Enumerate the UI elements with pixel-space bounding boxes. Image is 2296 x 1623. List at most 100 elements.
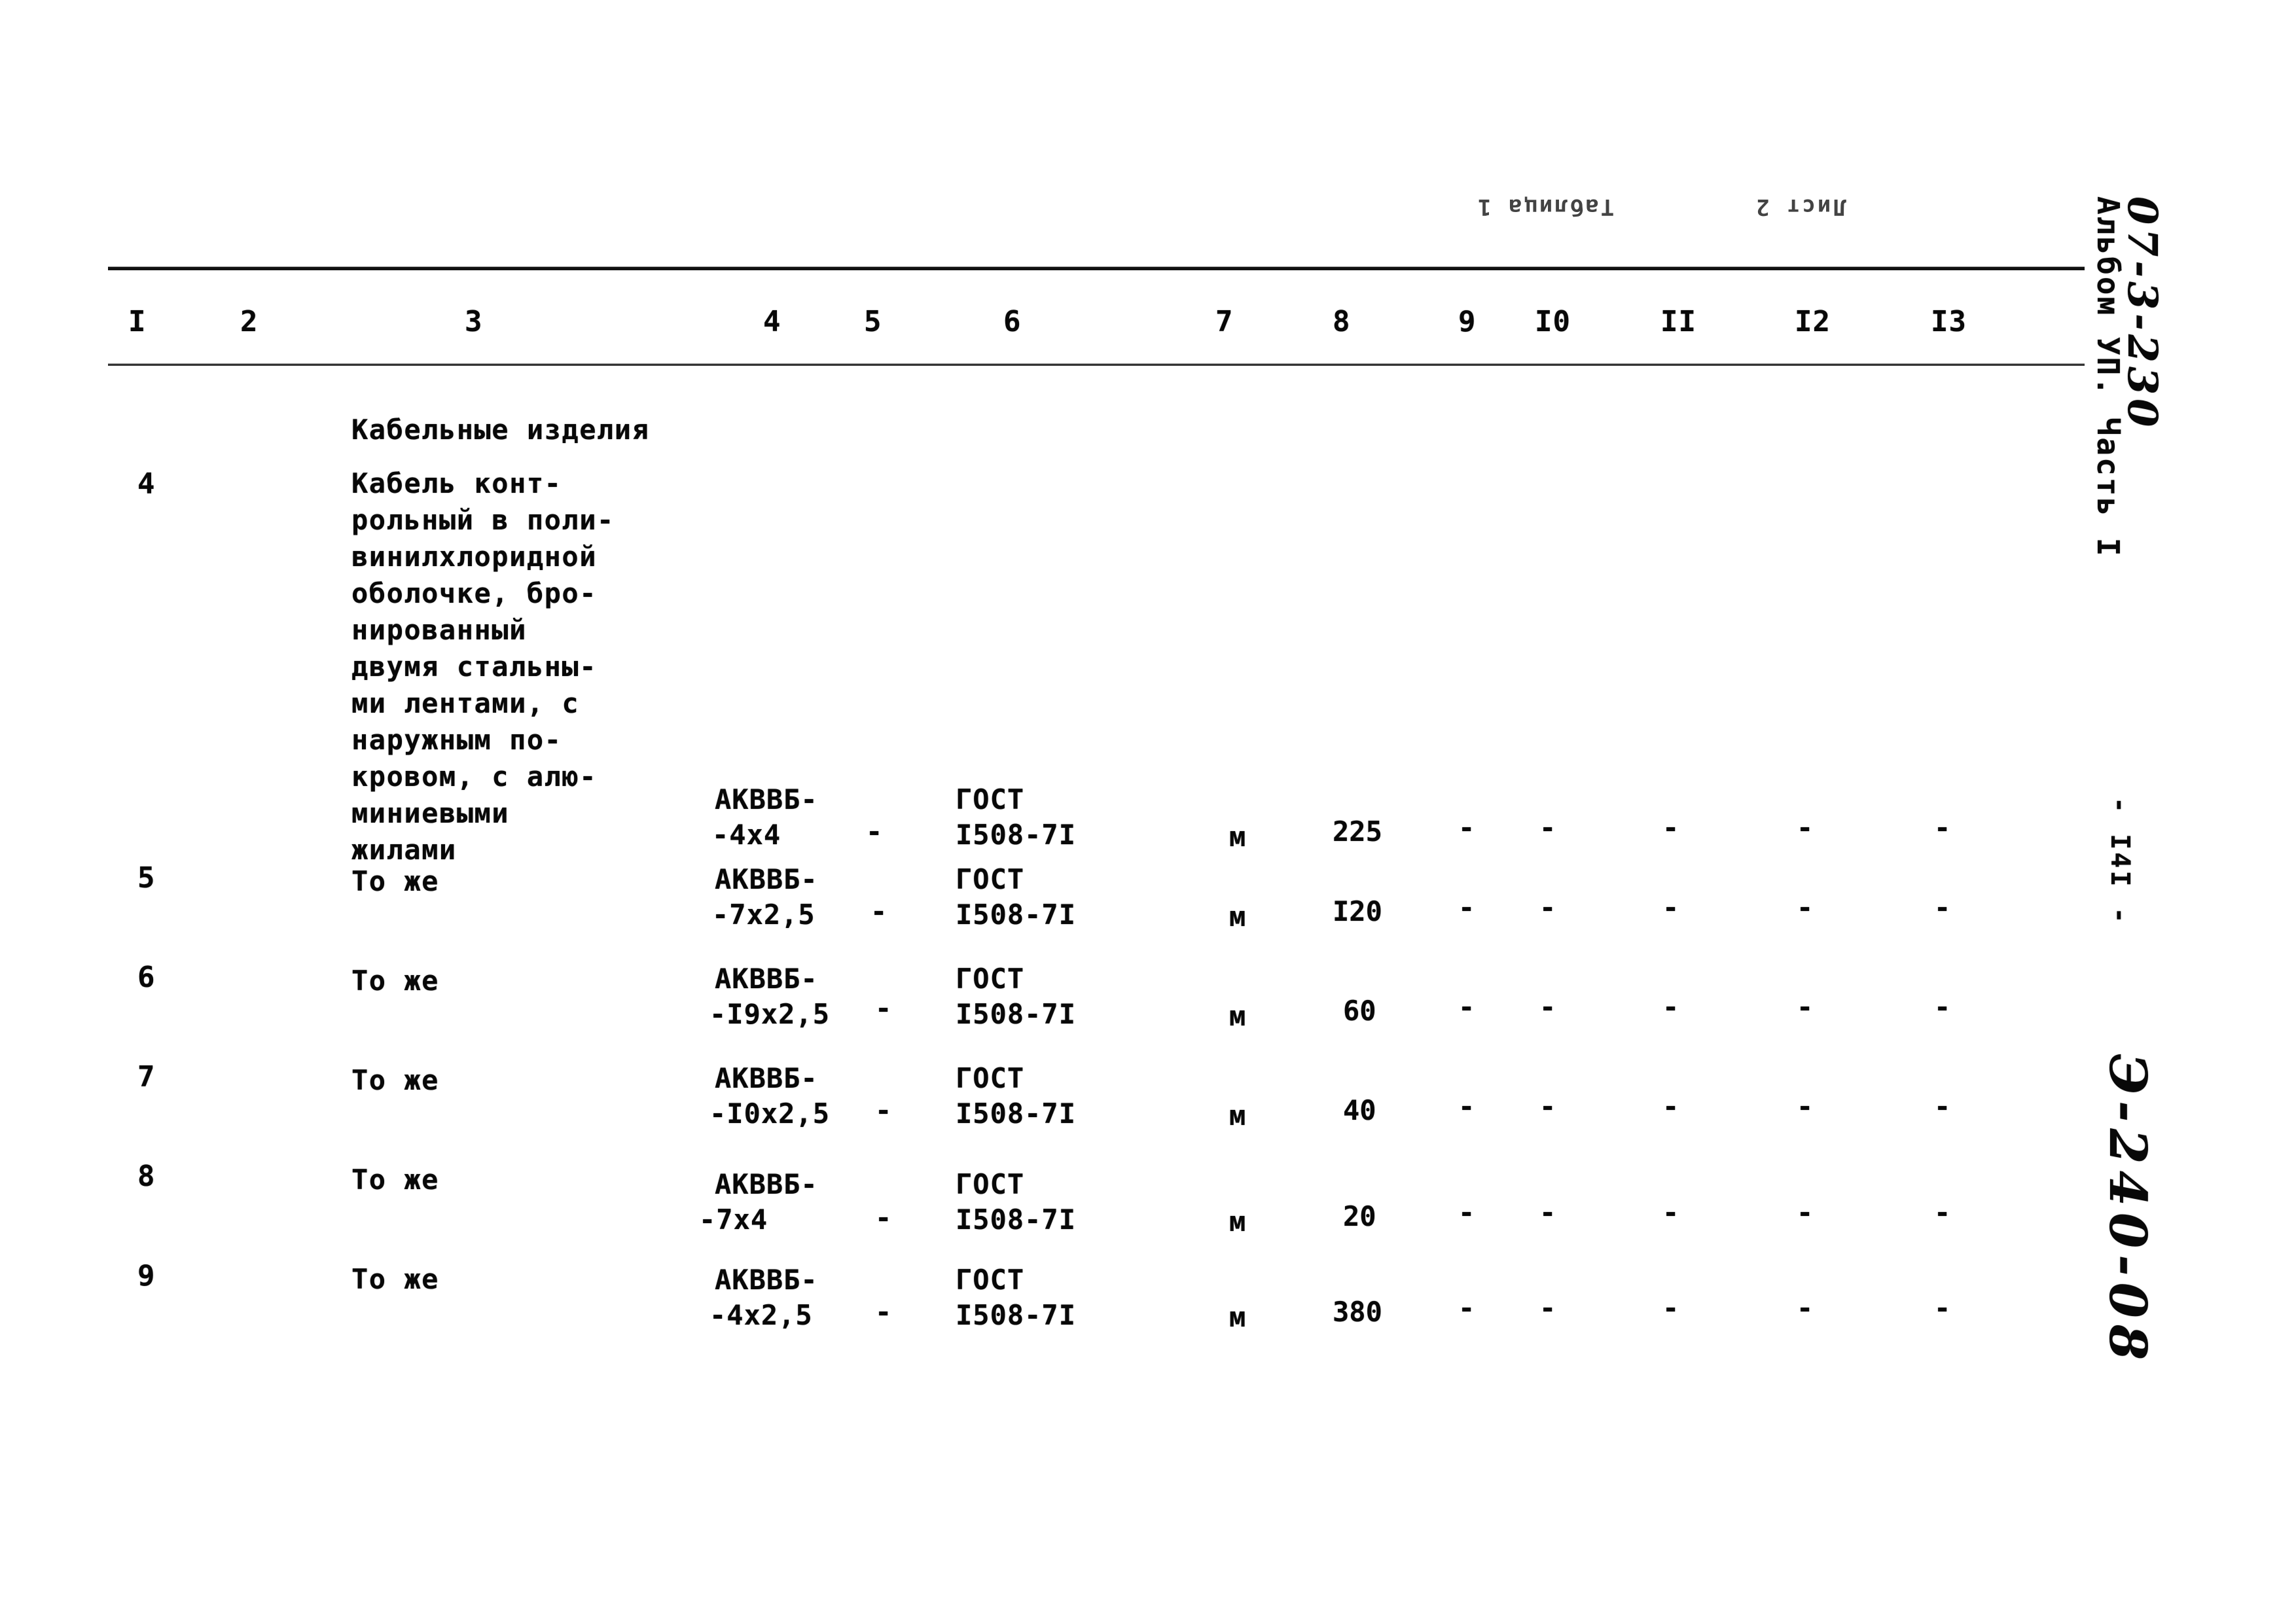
quantity: 60 bbox=[1343, 995, 1376, 1027]
column-header-11: II bbox=[1660, 305, 1696, 338]
column-header-7: 7 bbox=[1215, 305, 1234, 338]
table-top-rule bbox=[108, 266, 2085, 270]
standard-ref: ГОСТ bbox=[956, 783, 1025, 815]
section-title: Кабельные изделия bbox=[351, 414, 650, 446]
empty-cell-dash: - bbox=[1934, 1292, 1951, 1324]
bleed-through-left: Таблица 1 bbox=[1476, 194, 1615, 220]
column-header-1: I bbox=[128, 305, 147, 338]
column-5-dash: - bbox=[875, 1296, 892, 1328]
item-description: винилхлоридной bbox=[351, 541, 598, 573]
standard-ref: I508-7I bbox=[956, 998, 1077, 1030]
standard-ref: I508-7I bbox=[956, 1299, 1077, 1331]
standard-ref: ГОСТ bbox=[956, 963, 1025, 995]
item-description: То же bbox=[351, 1164, 439, 1196]
column-header-6: 6 bbox=[1003, 305, 1022, 338]
column-header-12: I2 bbox=[1795, 305, 1831, 338]
column-5-dash: - bbox=[866, 815, 883, 847]
item-description: ми лентами, с bbox=[351, 687, 580, 719]
empty-cell-dash: - bbox=[1458, 1090, 1475, 1122]
empty-cell-dash: - bbox=[1662, 1196, 1679, 1228]
item-description: рольный в поли- bbox=[351, 504, 615, 536]
empty-cell-dash: - bbox=[1934, 1196, 1951, 1228]
quantity: 40 bbox=[1343, 1094, 1376, 1126]
column-header-9: 9 bbox=[1458, 305, 1477, 338]
unit-of-measure: м bbox=[1229, 1099, 1246, 1132]
item-description: То же bbox=[351, 965, 439, 997]
item-description: То же bbox=[351, 1064, 439, 1096]
album-part-label: Альбом УП. Часть I bbox=[2090, 196, 2126, 558]
row-number: 6 bbox=[137, 961, 155, 994]
empty-cell-dash: - bbox=[1539, 1292, 1556, 1324]
empty-cell-dash: - bbox=[1797, 1196, 1814, 1228]
empty-cell-dash: - bbox=[1797, 891, 1814, 923]
item-description: наружным по- bbox=[351, 724, 562, 756]
column-header-8: 8 bbox=[1333, 305, 1351, 338]
unit-of-measure: м bbox=[1229, 1000, 1246, 1032]
column-5-dash: - bbox=[875, 1094, 892, 1126]
item-description: То же bbox=[351, 1263, 439, 1295]
cable-mark: АКВВБ- bbox=[715, 1264, 818, 1296]
standard-ref: ГОСТ bbox=[956, 863, 1025, 895]
empty-cell-dash: - bbox=[1539, 891, 1556, 923]
standard-ref: ГОСТ bbox=[956, 1264, 1025, 1296]
quantity: 380 bbox=[1333, 1296, 1382, 1328]
archive-mark-handwritten: Э-240-08 bbox=[2098, 1054, 2157, 1367]
item-description: миниевыми bbox=[351, 797, 510, 829]
cable-mark: -7х4 bbox=[699, 1204, 768, 1236]
cable-mark: -4х4 bbox=[712, 819, 781, 851]
empty-cell-dash: - bbox=[1458, 1292, 1475, 1324]
column-5-dash: - bbox=[870, 895, 888, 927]
item-description: нированный bbox=[351, 614, 527, 646]
cable-mark: -4х2,5 bbox=[709, 1299, 813, 1331]
cable-mark: -7х2,5 bbox=[712, 899, 816, 931]
cable-mark: АКВВБ- bbox=[715, 1062, 818, 1094]
cable-mark: АКВВБ- bbox=[715, 963, 818, 995]
item-description: кровом, с алю- bbox=[351, 760, 598, 793]
cable-mark: -I0х2,5 bbox=[709, 1097, 831, 1130]
quantity: 225 bbox=[1333, 815, 1382, 847]
item-description: двумя стальны- bbox=[351, 651, 598, 683]
empty-cell-dash: - bbox=[1458, 891, 1475, 923]
standard-ref: I508-7I bbox=[956, 1097, 1077, 1130]
row-number: 5 bbox=[137, 861, 155, 895]
empty-cell-dash: - bbox=[1662, 991, 1679, 1023]
empty-cell-dash: - bbox=[1934, 891, 1951, 923]
unit-of-measure: м bbox=[1229, 821, 1246, 853]
empty-cell-dash: - bbox=[1458, 1196, 1475, 1228]
empty-cell-dash: - bbox=[1662, 891, 1679, 923]
cable-mark: -I9х2,5 bbox=[709, 998, 831, 1030]
quantity: 20 bbox=[1343, 1200, 1376, 1232]
column-header-13: I3 bbox=[1931, 305, 1967, 338]
empty-cell-dash: - bbox=[1539, 1196, 1556, 1228]
column-header-10: I0 bbox=[1535, 305, 1571, 338]
row-number: 4 bbox=[137, 467, 155, 501]
column-5-dash: - bbox=[875, 1202, 892, 1234]
empty-cell-dash: - bbox=[1539, 1090, 1556, 1122]
empty-cell-dash: - bbox=[1458, 991, 1475, 1023]
empty-cell-dash: - bbox=[1539, 812, 1556, 844]
scanned-page: Таблица 1 Лист 2 I 2 3 4 5 6 7 8 9 I0 II… bbox=[0, 0, 2296, 1623]
item-description: оболочке, бро- bbox=[351, 577, 598, 609]
row-number: 8 bbox=[137, 1160, 155, 1193]
cable-mark: АКВВБ- bbox=[715, 783, 818, 815]
standard-ref: ГОСТ bbox=[956, 1168, 1025, 1200]
empty-cell-dash: - bbox=[1797, 812, 1814, 844]
standard-ref: I508-7I bbox=[956, 899, 1077, 931]
empty-cell-dash: - bbox=[1458, 812, 1475, 844]
unit-of-measure: м bbox=[1229, 901, 1246, 933]
standard-ref: I508-7I bbox=[956, 1204, 1077, 1236]
empty-cell-dash: - bbox=[1539, 991, 1556, 1023]
empty-cell-dash: - bbox=[1934, 991, 1951, 1023]
unit-of-measure: м bbox=[1229, 1301, 1246, 1333]
table-header-rule bbox=[108, 363, 2085, 366]
column-header-3: 3 bbox=[465, 305, 483, 338]
row-number: 7 bbox=[137, 1060, 155, 1094]
bleed-through-right: Лист 2 bbox=[1754, 194, 1846, 220]
standard-ref: ГОСТ bbox=[956, 1062, 1025, 1094]
item-description: То же bbox=[351, 865, 439, 897]
cable-mark: АКВВБ- bbox=[715, 863, 818, 895]
item-description: Кабель конт- bbox=[351, 467, 562, 499]
empty-cell-dash: - bbox=[1934, 812, 1951, 844]
standard-ref: I508-7I bbox=[956, 819, 1077, 851]
column-header-5: 5 bbox=[864, 305, 882, 338]
